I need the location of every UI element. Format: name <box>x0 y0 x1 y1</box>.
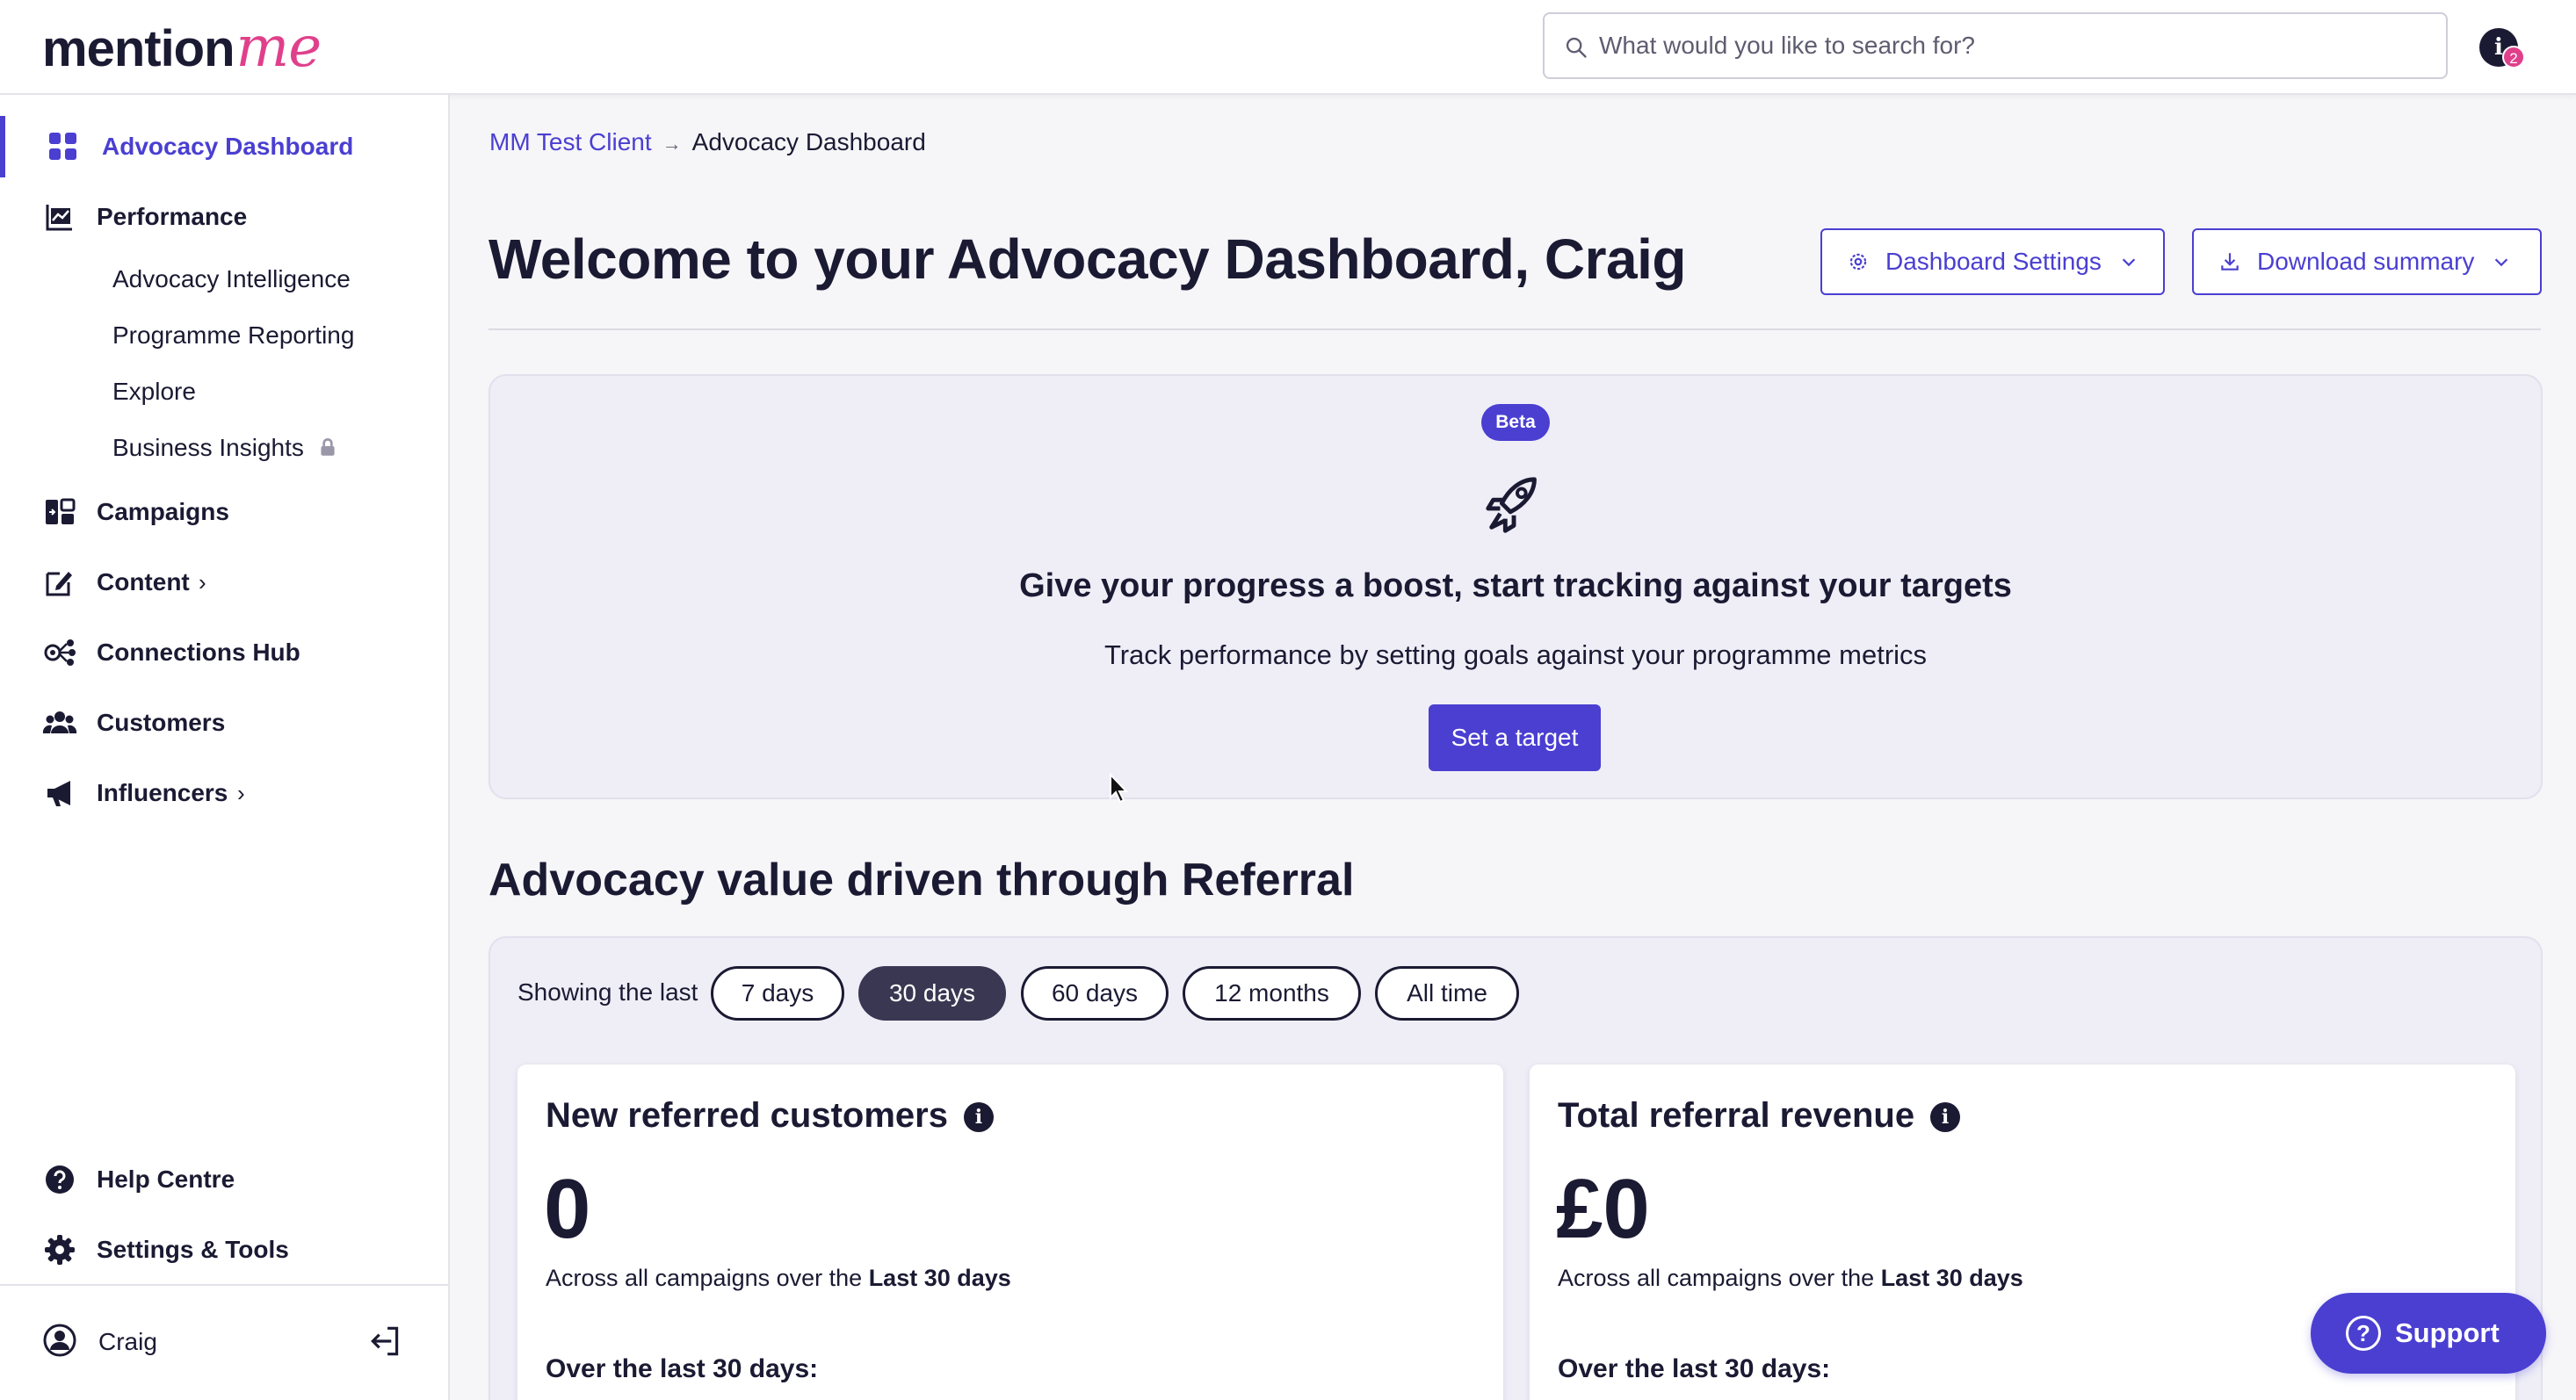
metric-caption-period: Last 30 days <box>868 1265 1011 1291</box>
metric-caption-period: Last 30 days <box>1880 1265 2023 1291</box>
sidebar-item-influencers[interactable]: Influencers › <box>0 762 448 824</box>
metric-value: 0 <box>544 1162 591 1256</box>
mouse-cursor-icon <box>1110 773 1129 804</box>
page-title: Welcome to your Advocacy Dashboard, Crai… <box>488 227 1686 291</box>
sidebar-item-label: Customers <box>97 709 226 736</box>
megaphone-icon <box>47 781 70 806</box>
chevron-right-icon: › <box>237 779 245 806</box>
info-icon[interactable]: i <box>963 1102 994 1132</box>
search-icon <box>1566 37 1587 58</box>
breadcrumb-separator-icon: → <box>662 133 682 155</box>
campaigns-icon <box>46 498 76 524</box>
customers-icon <box>42 711 77 733</box>
section-title-advocacy-value: Advocacy value driven through Referral <box>488 855 1355 906</box>
notifications-icon[interactable]: i 2 <box>2479 28 2525 69</box>
user-avatar-icon <box>43 1324 76 1357</box>
sidebar-divider <box>0 1284 448 1286</box>
metric-title-text: New referred customers <box>546 1096 948 1135</box>
user-profile[interactable]: Craig <box>42 1317 411 1367</box>
breadcrumb-current: Advocacy Dashboard <box>691 128 926 155</box>
period-filter-label: Showing the last <box>517 978 698 1006</box>
rocket-icon <box>1486 477 1537 533</box>
sidebar-item-label: Help Centre <box>97 1165 235 1193</box>
metric-caption: Across all campaigns over the Last 30 da… <box>1558 1265 2023 1292</box>
sidebar-subitem-label: Business Insights <box>112 434 304 461</box>
sidebar-item-connections-hub[interactable]: Connections Hub <box>0 622 448 683</box>
sidebar-item-advocacy-dashboard[interactable]: Advocacy Dashboard <box>0 116 448 177</box>
sidebar-item-campaigns[interactable]: Campaigns <box>0 481 448 543</box>
sidebar-item-label: Settings & Tools <box>97 1236 289 1263</box>
download-icon <box>2221 253 2239 271</box>
sidebar-item-customers[interactable]: Customers <box>0 692 448 754</box>
logo-text: mention <box>42 20 235 77</box>
logout-icon[interactable] <box>367 1323 404 1360</box>
dashboard-settings-button[interactable]: Dashboard Settings <box>1820 228 2165 295</box>
metric-subheading: Over the last 30 days: <box>546 1354 819 1383</box>
download-summary-button[interactable]: Download summary <box>2192 228 2542 295</box>
support-button[interactable]: ? Support <box>2311 1293 2546 1374</box>
chevron-down-icon <box>2122 258 2136 267</box>
sidebar-item-performance[interactable]: Performance <box>0 186 448 248</box>
metric-title: New referred customers i <box>546 1096 994 1136</box>
sidebar-item-label: Influencers <box>97 779 228 806</box>
sidebar-item-label: Performance <box>97 203 248 230</box>
sidebar-subitem-programme-reporting[interactable]: Programme Reporting <box>112 321 354 350</box>
connections-icon <box>44 639 76 666</box>
notification-count-badge: 2 <box>2502 46 2525 69</box>
user-name: Craig <box>98 1328 157 1355</box>
metric-subheading: Over the last 30 days: <box>1558 1354 1831 1383</box>
period-pill-30-days[interactable]: 30 days <box>858 966 1006 1021</box>
sidebar-subitem-explore[interactable]: Explore <box>112 378 196 406</box>
dashboard-grid-icon <box>49 133 76 160</box>
period-pill-all-time[interactable]: All time <box>1375 966 1519 1021</box>
metric-card-new-referred-customers: New referred customers i 0 Across all cam… <box>517 1064 1503 1400</box>
mention-me-logo[interactable]: mentionme <box>42 14 322 81</box>
sidebar-item-help-centre[interactable]: Help Centre <box>0 1149 448 1210</box>
breadcrumb-link-client[interactable]: MM Test Client <box>489 128 652 155</box>
metric-caption: Across all campaigns over the Last 30 da… <box>546 1265 1011 1292</box>
support-label: Support <box>2395 1317 2500 1348</box>
logo-accent-text: me <box>235 15 322 80</box>
chevron-down-icon <box>2495 258 2508 267</box>
sidebar-item-content[interactable]: Content › <box>0 552 448 613</box>
sidebar-item-label: Advocacy Dashboard <box>102 133 354 160</box>
chevron-right-icon: › <box>199 568 206 595</box>
top-bar: mentionme i 2 <box>0 0 2576 95</box>
period-pill-7-days[interactable]: 7 days <box>711 966 844 1021</box>
search-box[interactable] <box>1543 12 2448 79</box>
search-input[interactable] <box>1599 14 2425 77</box>
metric-caption-prefix: Across all campaigns over the <box>1558 1265 1875 1291</box>
lock-icon <box>321 438 335 456</box>
sidebar-item-label: Content <box>97 568 190 595</box>
target-card-subtitle: Track performance by setting goals again… <box>1103 639 1928 670</box>
sidebar-item-label: Campaigns <box>97 498 229 525</box>
gear-icon <box>45 1235 75 1265</box>
sidebar-item-settings-tools[interactable]: Settings & Tools <box>0 1219 448 1281</box>
edit-icon <box>46 572 72 596</box>
chart-icon <box>46 205 72 231</box>
sidebar-subitem-business-insights[interactable]: Business Insights <box>112 434 339 462</box>
help-icon <box>46 1165 74 1194</box>
download-summary-label: Download summary <box>2257 248 2475 275</box>
help-circle-icon: ? <box>2346 1316 2381 1351</box>
metric-title: Total referral revenue i <box>1558 1096 1961 1136</box>
sidebar-subitem-advocacy-intelligence[interactable]: Advocacy Intelligence <box>112 265 351 293</box>
dashboard-settings-label: Dashboard Settings <box>1885 248 2102 275</box>
period-pill-12-months[interactable]: 12 months <box>1183 966 1361 1021</box>
sidebar-item-label: Connections Hub <box>97 639 300 666</box>
target-card-title: Give your progress a boost, start tracki… <box>1019 567 2012 604</box>
metric-title-text: Total referral revenue <box>1558 1096 1915 1135</box>
info-icon[interactable]: i <box>1930 1102 1961 1132</box>
metric-caption-prefix: Across all campaigns over the <box>546 1265 863 1291</box>
breadcrumb: MM Test Client → Advocacy Dashboard <box>489 128 926 156</box>
header-divider <box>488 328 2541 330</box>
period-pill-60-days[interactable]: 60 days <box>1021 966 1169 1021</box>
beta-badge: Beta <box>1481 404 1550 441</box>
metric-value: £0 <box>1556 1162 1650 1256</box>
gear-icon <box>1849 253 1867 271</box>
set-target-button[interactable]: Set a target <box>1429 704 1601 771</box>
